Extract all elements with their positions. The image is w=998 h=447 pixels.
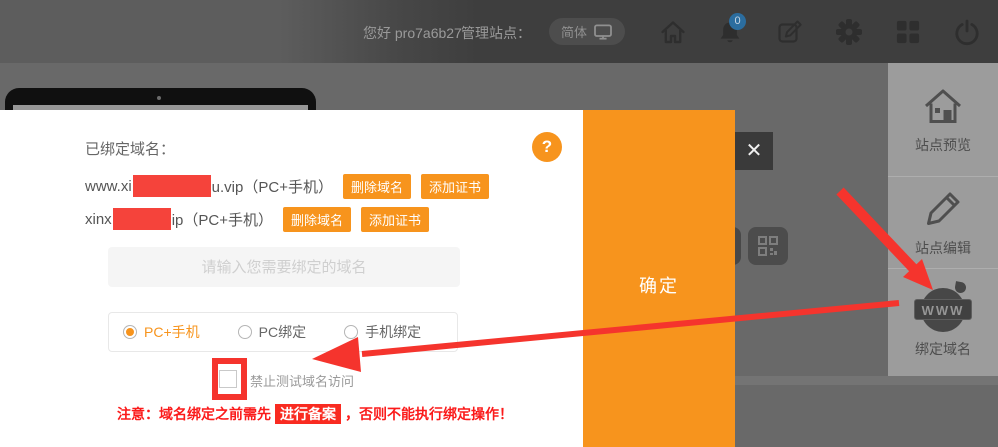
bound-domains-label: 已绑定域名： [85,138,175,159]
domain-text-prefix: www.xi [85,178,132,195]
delete-domain-button[interactable]: 删除域名 [343,174,411,199]
sidebar-item-label: 绑定域名 [915,339,971,359]
gear-icon [835,18,863,46]
domain-text-suffix: ip（PC+手机） [172,209,273,230]
edit-icon [776,18,804,46]
house-icon [921,84,965,128]
settings-button[interactable] [834,17,864,47]
add-certificate-button[interactable]: 添加证书 [361,207,429,232]
sidebar-item-site-preview[interactable]: 站点预览 [888,63,998,177]
qr-code-icon [757,235,779,257]
language-label: 简体 [561,22,587,41]
note-suffix: ，否则不能执行绑定操作！ [345,406,513,422]
monitor-icon [593,24,613,40]
confirm-button-label: 确定 [583,272,735,298]
qr-code-button[interactable] [748,227,788,265]
radio-label: PC+手机 [144,322,200,342]
www-band-text: WWW [914,299,972,320]
radio-mobile-only[interactable]: 手机绑定 [344,322,421,342]
apps-grid-button[interactable] [893,17,923,47]
radio-pc-only[interactable]: PC绑定 [238,322,306,342]
user-greeting: 您好 pro7a6b27 [363,23,462,43]
home-button[interactable] [658,17,688,47]
delete-domain-button[interactable]: 删除域名 [283,207,351,232]
disable-test-domain-checkbox[interactable] [219,370,237,388]
icp-filing-link[interactable]: 进行备案 [275,404,341,424]
edit-button[interactable] [775,17,805,47]
power-icon [953,18,981,46]
home-icon [659,18,687,46]
laptop-camera-dot [157,96,161,100]
radio-dot-selected [123,325,137,339]
language-switch-button[interactable]: 简体 [549,18,625,45]
confirm-button[interactable]: 确定 [583,110,735,447]
radio-dot [344,325,358,339]
icp-note: 注意：域名绑定之前需先进行备案，否则不能执行绑定操作！ [117,404,513,424]
sidebar-item-label: 站点编辑 [915,238,971,258]
bound-domain-row: xinx ip（PC+手机） 删除域名 添加证书 [85,207,429,231]
domain-text-prefix: xinx [85,211,112,228]
radio-label: PC绑定 [259,322,306,342]
sidebar-item-label: 站点预览 [915,135,971,155]
grid-icon [895,19,921,45]
radio-dot [238,325,252,339]
sidebar-item-bind-domain[interactable]: WWW 绑定域名 [888,269,998,376]
bound-domain-row: www.xi u.vip（PC+手机） 删除域名 添加证书 [85,174,489,198]
help-button[interactable]: ? [532,132,562,162]
sidebar-item-site-edit[interactable]: 站点编辑 [888,177,998,269]
radio-pc-and-mobile[interactable]: PC+手机 [123,322,200,342]
pencil-icon [921,187,965,231]
bottom-strip [735,376,998,385]
domain-text-suffix: u.vip（PC+手机） [212,176,333,197]
app-root: 您好 pro7a6b27 管理站点： 简体 0 [0,0,998,447]
redaction-box [133,175,211,197]
bind-mode-group: PC+手机 PC绑定 手机绑定 [108,312,458,352]
notification-badge: 0 [729,13,746,30]
note-prefix: 注意：域名绑定之前需先 [117,406,271,422]
right-sidebar: 站点预览 站点编辑 WWW 绑定域名 [888,63,998,376]
manage-site-label: 管理站点： [461,23,531,43]
www-globe-icon: WWW [914,286,972,332]
top-admin-bar: 您好 pro7a6b27 管理站点： 简体 0 [0,0,998,63]
bind-domain-dialog: 已绑定域名： www.xi u.vip（PC+手机） 删除域名 添加证书 xin… [0,110,583,447]
add-certificate-button[interactable]: 添加证书 [421,174,489,199]
checkbox-label: 禁止测试域名访问 [250,371,354,390]
close-dialog-button[interactable]: ✕ [735,132,773,170]
domain-input[interactable] [108,247,460,287]
radio-label: 手机绑定 [365,322,421,342]
redaction-box [113,208,171,230]
logout-button[interactable] [952,17,982,47]
